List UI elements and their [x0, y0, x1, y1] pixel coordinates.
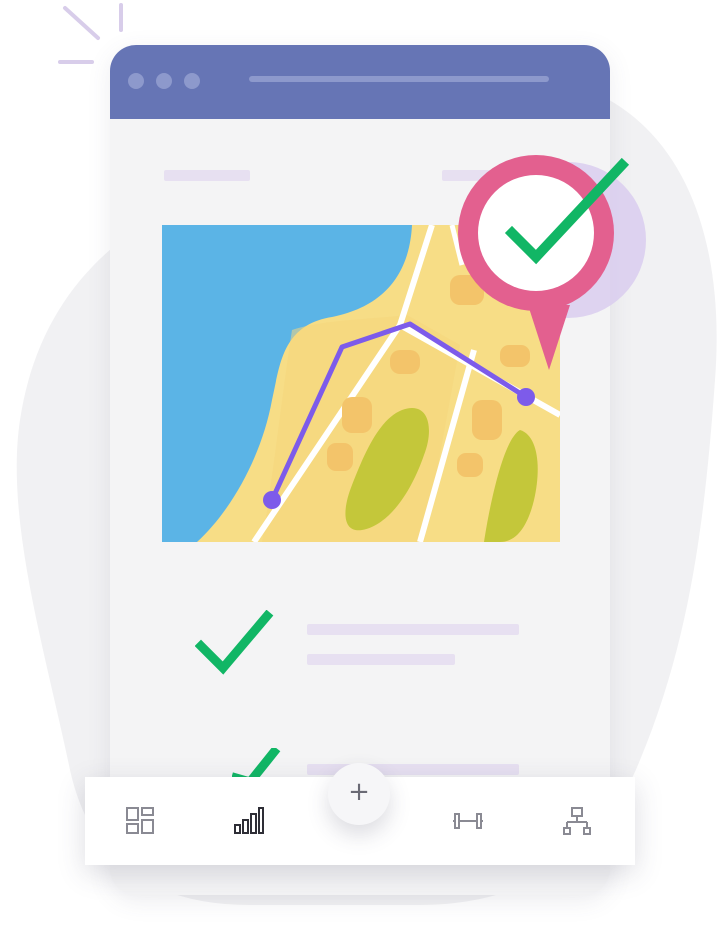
window-dot	[128, 73, 144, 89]
window-dot	[184, 73, 200, 89]
check-icon	[195, 610, 274, 675]
dashboard-icon	[126, 807, 154, 834]
plus-icon: +	[348, 777, 370, 807]
network-icon	[563, 807, 591, 835]
nav-stats-button[interactable]	[225, 797, 273, 845]
route-end-point	[517, 388, 535, 406]
dumbbell-icon	[453, 813, 483, 829]
add-button[interactable]: +	[328, 763, 390, 825]
window-dot	[156, 73, 172, 89]
placeholder-line	[164, 170, 250, 181]
checklist-line	[307, 624, 519, 635]
nav-network-button[interactable]	[553, 797, 601, 845]
checklist-line	[307, 654, 455, 665]
route-start-point	[263, 491, 281, 509]
nav-dashboard-button[interactable]	[116, 797, 164, 845]
address-bar[interactable]	[249, 76, 549, 82]
bar-chart-icon	[234, 807, 264, 834]
window-header	[110, 45, 610, 119]
nav-workout-button[interactable]	[444, 797, 492, 845]
location-pin[interactable]	[450, 145, 660, 375]
